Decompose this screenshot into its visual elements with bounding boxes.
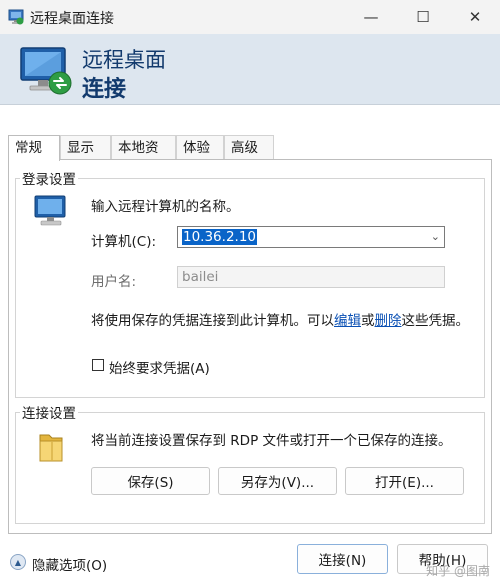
chevron-up-icon[interactable]: ▲ [10,554,26,570]
hide-options-toggle[interactable]: 隐藏选项(O) [32,554,107,574]
chevron-down-icon[interactable]: ⌄ [431,227,440,247]
connection-description: 将当前连接设置保存到 RDP 文件或打开一个已保存的连接。 [91,433,452,449]
watermark-text: 知乎 @图南 [426,564,490,578]
computer-combobox[interactable]: 10.36.2.10 ⌄ [177,226,445,248]
always-ask-credentials-checkbox[interactable] [92,359,104,371]
computer-value: 10.36.2.10 [182,229,257,245]
tab-display[interactable]: 显示 [60,135,111,159]
remote-desktop-icon [8,9,24,25]
credentials-note-suffix: 这些凭据。 [401,313,470,329]
rdp-window: 远程桌面连接 — ☐ ✕ 远程桌面 连接 常规 显示 本地资源 体验 高级 登录… [0,0,500,587]
login-settings-title: 登录设置 [20,168,78,188]
folder-icon [39,434,63,462]
open-button[interactable]: 打开(E)... [345,467,464,495]
credentials-note: 将使用保存的凭据连接到此计算机。可以编辑或删除这些凭据。 [91,309,469,329]
save-button[interactable]: 保存(S) [91,467,210,495]
remote-desktop-icon [20,47,72,95]
save-as-button[interactable]: 另存为(V)... [218,467,337,495]
connect-button[interactable]: 连接(N) [297,544,388,574]
login-settings-group: 登录设置 输入远程计算机的名称。 计算机(C): 10.36.2.10 ⌄ 用户… [15,168,485,398]
computer-label: 计算机(C): [91,234,157,250]
username-label: 用户名: [91,274,137,290]
computer-icon [34,195,66,226]
credentials-note-prefix: 将使用保存的凭据连接到此计算机。可以 [91,313,334,329]
username-field: bailei [177,266,445,288]
minimize-button[interactable]: — [348,0,394,34]
tab-experience[interactable]: 体验 [176,135,224,159]
banner-subtitle: 连接 [82,77,127,102]
credentials-note-or: 或 [361,313,375,329]
connection-settings-group: 连接设置 将当前连接设置保存到 RDP 文件或打开一个已保存的连接。 保存(S)… [15,402,485,524]
maximize-button[interactable]: ☐ [400,0,446,34]
delete-credentials-link[interactable]: 删除 [375,313,402,329]
connection-settings-title: 连接设置 [20,402,78,422]
window-title: 远程桌面连接 [30,11,114,27]
tab-advanced[interactable]: 高级 [224,135,274,159]
title-bar[interactable]: 远程桌面连接 — ☐ ✕ [0,0,500,34]
tab-general[interactable]: 常规 [8,135,60,161]
tab-panel-general: 登录设置 输入远程计算机的名称。 计算机(C): 10.36.2.10 ⌄ 用户… [8,159,492,534]
banner-title: 远程桌面 [82,48,166,72]
always-ask-credentials-label[interactable]: 始终要求凭据(A) [109,357,210,377]
edit-credentials-link[interactable]: 编辑 [334,313,361,329]
header-banner: 远程桌面 连接 [0,34,500,105]
login-prompt: 输入远程计算机的名称。 [91,199,240,215]
tab-local-resources[interactable]: 本地资源 [111,135,176,180]
close-button[interactable]: ✕ [452,0,498,34]
